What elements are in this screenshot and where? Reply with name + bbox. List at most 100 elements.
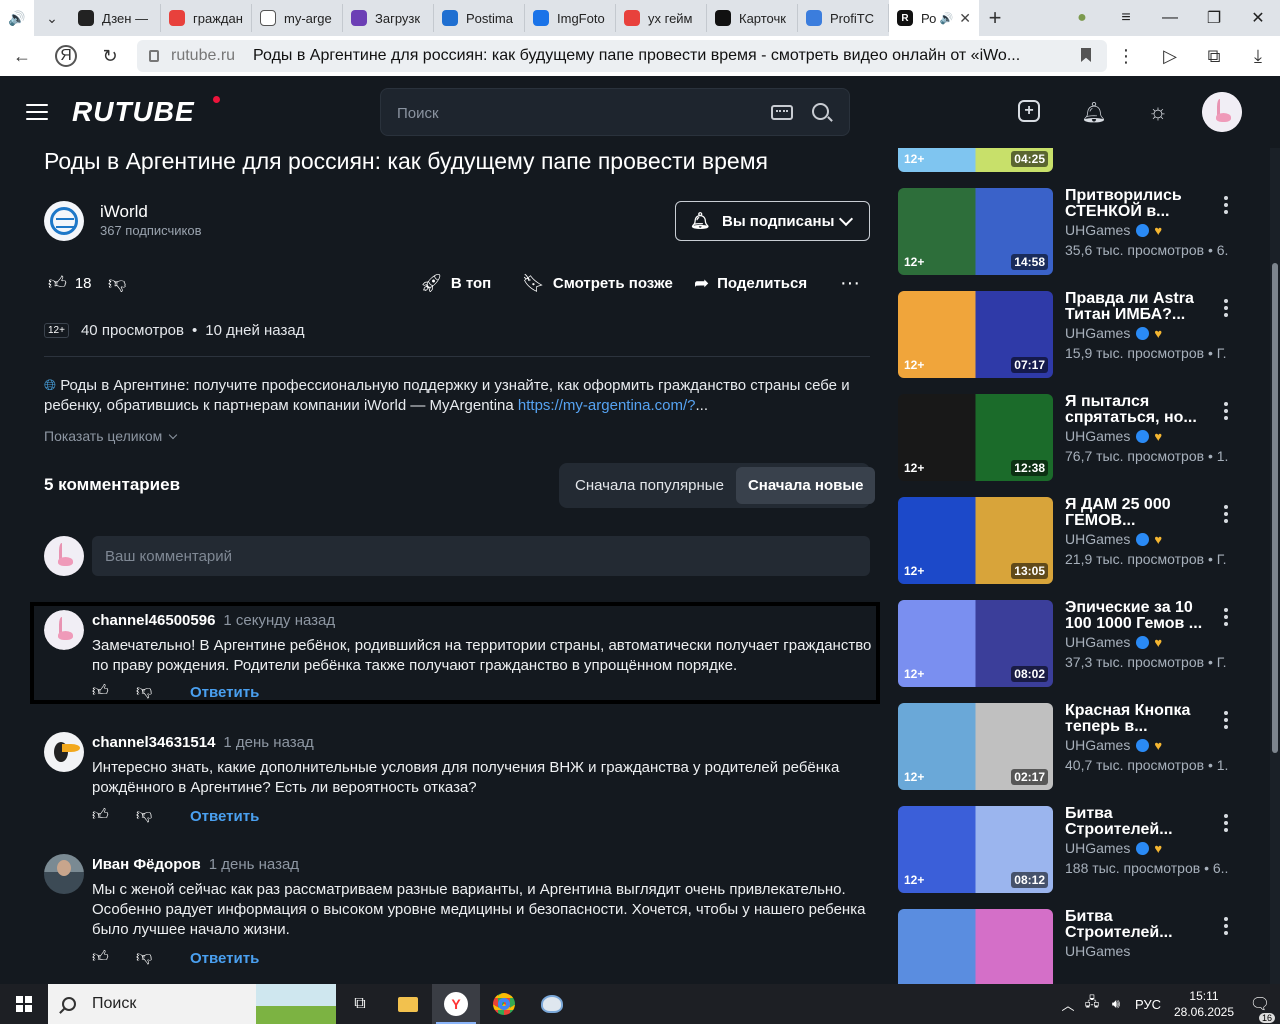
more-options-icon[interactable] [1224, 402, 1228, 420]
scrollbar-thumb[interactable] [1272, 263, 1278, 753]
language-indicator[interactable]: РУС [1128, 997, 1168, 1012]
comment-author-avatar[interactable] [44, 732, 84, 772]
browser-tab[interactable]: Дзен — [70, 4, 161, 32]
browser-tab[interactable]: my-arge [252, 4, 343, 32]
dislike-button[interactable]: 👎︎ [108, 268, 134, 298]
recommendation-title[interactable]: Правда ли Astra Титан ИМБА?... [1065, 291, 1215, 323]
reload-button[interactable]: ↻ [88, 36, 132, 76]
search-icon[interactable] [812, 103, 829, 120]
recommendation-title[interactable]: Битва Строителей... [1065, 909, 1215, 941]
rutube-logo[interactable]: RUTUBE [72, 96, 195, 128]
close-window-button[interactable]: ✕ [1236, 0, 1280, 36]
recommendation-item[interactable]: 12+ 07:17 Правда ли Astra Титан ИМБА?... UH… [898, 291, 1258, 378]
browser-tab[interactable]: граждан [161, 4, 252, 32]
recommendation-channel[interactable]: UHGames [1065, 634, 1130, 650]
start-button[interactable] [0, 984, 48, 1024]
more-options-icon[interactable]: ··· [840, 268, 860, 298]
like-button[interactable]: 👍︎ 18 [48, 268, 92, 298]
recommendation-channel[interactable]: UHGames [1065, 325, 1130, 341]
chrome-icon[interactable] [480, 984, 528, 1024]
taskbar-search[interactable]: Поиск [48, 984, 336, 1024]
tab-audio-icon[interactable]: 🔊 [0, 0, 34, 36]
new-tab-button[interactable]: + [979, 5, 1011, 31]
channel-avatar[interactable] [44, 201, 84, 241]
recommendation-item[interactable]: 12+ 13:05 Я ДАМ 25 000 ГЕМОВ... UHGames ♥ 21,… [898, 497, 1258, 584]
channel-name[interactable]: iWorld [100, 202, 148, 222]
video-thumbnail[interactable]: 12+ 02:17 [898, 703, 1053, 790]
theme-sun-icon[interactable]: ☼ [1146, 99, 1170, 124]
recommendation-channel[interactable]: UHGames [1065, 737, 1130, 753]
recommendation-channel[interactable]: UHGames [1065, 428, 1130, 444]
maximize-button[interactable]: ❐ [1192, 0, 1236, 36]
browser-tab[interactable]: Карточк [707, 4, 798, 32]
thumbs-up-icon[interactable]: 👍︎ [92, 949, 110, 967]
recommendation-item[interactable]: 12+ 08:12 Битва Строителей... UHGames ♥ 188 т… [898, 806, 1258, 893]
page-scrollbar[interactable] [1270, 148, 1280, 984]
video-thumbnail[interactable]: 12+ 08:02 [898, 600, 1053, 687]
more-options-icon[interactable] [1224, 711, 1228, 729]
menu-icon[interactable]: ≡ [1104, 0, 1148, 36]
recommendation-channel[interactable]: UHGames [1065, 222, 1130, 238]
recommendation-channel[interactable]: UHGames [1065, 531, 1130, 547]
recommendation-title[interactable]: Эпические за 10 100 1000 Гемов ... [1065, 600, 1215, 632]
tab-sort-new[interactable]: Сначала новые [735, 467, 876, 504]
yandex-icon[interactable]: Я [55, 45, 77, 67]
comment-input[interactable] [92, 536, 870, 576]
show-more-button[interactable]: Показать целиком [44, 428, 178, 444]
tab-close-icon[interactable]: ✕ [959, 10, 971, 27]
recommendation-item[interactable]: 12+ 14:58 Притворились СТЕНКОЙ в... UHGames… [898, 188, 1258, 275]
video-thumbnail[interactable]: 12+ 12:38 [898, 394, 1053, 481]
recommendation-item[interactable]: 12+ 12:38 Я пытался спрятаться, но... UHGam… [898, 394, 1258, 481]
tab-list-chevron-icon[interactable]: ⌄ [34, 0, 70, 36]
share-button[interactable]: ➦ Поделиться [694, 268, 807, 298]
paint-icon[interactable] [528, 984, 576, 1024]
more-dots-icon[interactable]: ⋮ [1104, 36, 1148, 76]
comment-author[interactable]: channel34631514 [92, 734, 215, 751]
recommendation-title[interactable]: Я ДАМ 25 000 ГЕМОВ... [1065, 497, 1215, 529]
more-options-icon[interactable] [1224, 196, 1228, 214]
recommendation-title[interactable]: Красная Кнопка теперь в... [1065, 703, 1215, 735]
more-options-icon[interactable] [1224, 505, 1228, 523]
clock[interactable]: 15:11 28.06.2025 [1168, 988, 1240, 1020]
browser-tab[interactable]: ProfiTC [798, 4, 889, 32]
video-thumbnail[interactable] [898, 909, 1053, 984]
media-play-icon[interactable]: ▷ [1148, 36, 1192, 76]
user-avatar[interactable] [1202, 92, 1242, 132]
description-link[interactable]: https://my-argentina.com/? [518, 397, 696, 414]
more-options-icon[interactable] [1224, 299, 1228, 317]
minimize-button[interactable]: — [1148, 0, 1192, 36]
recommendation-channel[interactable]: UHGames [1065, 943, 1130, 959]
browser-tab[interactable]: ImgFoto [525, 4, 616, 32]
tab-sort-popular[interactable]: Сначала популярные [563, 467, 736, 504]
comment-author[interactable]: channel46500596 [92, 612, 215, 629]
video-thumbnail[interactable]: 12+ 07:17 [898, 291, 1053, 378]
recommendation-title[interactable]: Битва Строителей... [1065, 806, 1215, 838]
volume-icon[interactable]: 🔊︎ [1104, 996, 1128, 1012]
thumbs-up-icon[interactable]: 👍︎ [92, 683, 110, 701]
thumbs-down-icon[interactable]: 👎︎ [136, 683, 154, 701]
recommendation-item[interactable]: 12+ 02:17 Красная Кнопка теперь в... UHGame… [898, 703, 1258, 790]
notification-center-icon[interactable]: 🗨︎ 16 [1240, 994, 1280, 1023]
comment-author-avatar[interactable] [44, 610, 84, 650]
recommendation-item[interactable]: 12+04:25BibiToba23,7 тыс. просмотров • 4… [898, 148, 1258, 172]
tray-chevron-up-icon[interactable]: ︿ [1056, 995, 1080, 1014]
network-icon[interactable]: 🖧︎ [1080, 993, 1104, 1015]
video-thumbnail[interactable]: 12+ 08:12 [898, 806, 1053, 893]
browser-tab[interactable]: Загрузк [343, 4, 434, 32]
comment-author[interactable]: Иван Фёдоров [92, 856, 201, 873]
yandex-browser-icon[interactable]: Y [432, 984, 480, 1024]
video-thumbnail[interactable]: 12+ 14:58 [898, 188, 1053, 275]
search-input[interactable] [397, 101, 757, 125]
file-explorer-icon[interactable] [384, 984, 432, 1024]
to-top-button[interactable]: 🚀︎ В топ [420, 268, 491, 298]
keyboard-icon[interactable] [771, 105, 793, 120]
extensions-icon[interactable]: ⧉ [1192, 36, 1236, 76]
more-options-icon[interactable] [1224, 917, 1228, 935]
notifications-bell-icon[interactable]: 🔔︎ [1081, 100, 1106, 124]
reply-button[interactable]: Ответить [190, 808, 259, 825]
browser-tab[interactable]: Postima [434, 4, 525, 32]
tab-current[interactable]: R Ро 🔊 ✕ [889, 0, 979, 36]
bookmark-icon[interactable] [1081, 48, 1091, 62]
subscribe-button[interactable]: 🔔︎ Вы подписаны [675, 201, 870, 241]
video-thumbnail[interactable]: 12+ 04:25 [898, 148, 1053, 172]
